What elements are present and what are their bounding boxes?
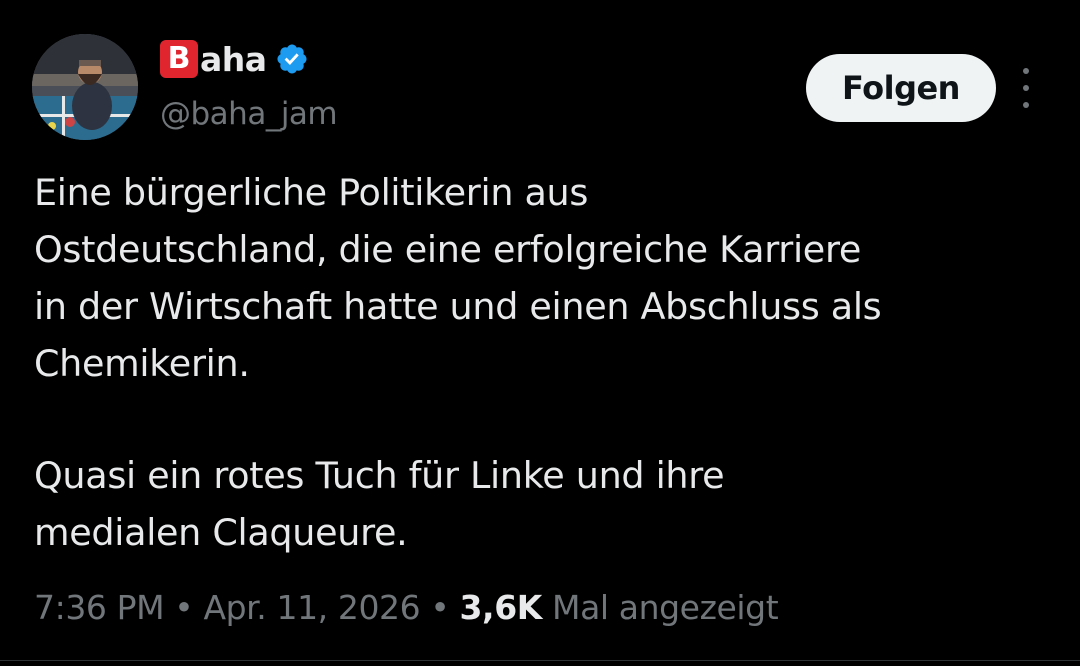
more-dot bbox=[1023, 102, 1029, 108]
avatar[interactable] bbox=[32, 34, 138, 140]
meta-separator: • bbox=[174, 588, 194, 627]
tweet-text-line: Ostdeutschland, die eine erfolgreiche Ka… bbox=[34, 228, 862, 271]
tweet-text-line: medialen Claqueure. bbox=[34, 511, 408, 554]
avatar-image bbox=[32, 34, 138, 140]
tweet-meta: 7:36 PM • Apr. 11, 2026 • 3,6K Mal angez… bbox=[34, 582, 779, 634]
follow-button[interactable]: Folgen bbox=[806, 54, 996, 122]
tweet-text: Eine bürgerliche Politikerin aus Ostdeut… bbox=[34, 164, 1064, 561]
verified-badge-icon[interactable] bbox=[275, 42, 309, 76]
tweet-text-line: Eine bürgerliche Politikerin aus bbox=[34, 171, 589, 214]
more-options-icon[interactable] bbox=[1012, 68, 1040, 108]
tweet-time[interactable]: 7:36 PM bbox=[34, 588, 165, 627]
views-count[interactable]: 3,6K bbox=[460, 588, 543, 627]
red-b-badge: B bbox=[160, 40, 198, 78]
tweet-text-line: in der Wirtschaft hatte und einen Abschl… bbox=[34, 285, 882, 328]
more-dot bbox=[1023, 68, 1029, 74]
more-dot bbox=[1023, 85, 1029, 91]
tweet-date[interactable]: Apr. 11, 2026 bbox=[203, 588, 420, 627]
author-name-row[interactable]: B aha bbox=[160, 36, 309, 82]
meta-separator: • bbox=[430, 588, 450, 627]
author-display-name[interactable]: aha bbox=[200, 40, 267, 79]
tweet-card: B aha @baha_jam Folgen Eine bürgerliche … bbox=[0, 0, 1080, 666]
tweet-text-line: Chemikerin. bbox=[34, 342, 250, 385]
author-handle[interactable]: @baha_jam bbox=[160, 96, 338, 132]
views-label[interactable]: Mal angezeigt bbox=[552, 588, 779, 627]
tweet-text-line: Quasi ein rotes Tuch für Linke und ihre bbox=[34, 454, 725, 497]
divider bbox=[0, 660, 1080, 661]
